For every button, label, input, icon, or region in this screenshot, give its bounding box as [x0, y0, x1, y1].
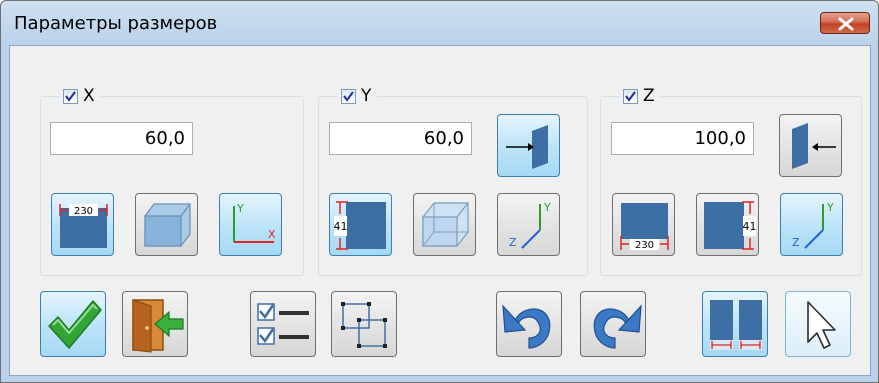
- zy-axes-icon: Y Z: [792, 201, 834, 249]
- z-width-dimension-button[interactable]: 230: [612, 193, 675, 256]
- close-icon: [838, 17, 854, 31]
- z-value-input[interactable]: 100,0: [611, 122, 754, 155]
- dimension-parameters-dialog: Параметры размеров X 60,0 230 Y X Y 60,0…: [0, 0, 879, 383]
- z-checkbox[interactable]: [623, 88, 638, 104]
- group-z-header: Z: [619, 86, 661, 106]
- z-axis-label: Z: [509, 236, 517, 249]
- box-3d-icon: [144, 203, 191, 247]
- y-checkbox[interactable]: [341, 88, 356, 104]
- dialog-content: X 60,0 230 Y X Y 60,0 41 Y Z Z 100,0 230…: [9, 45, 871, 376]
- width-dimension-icon: 230: [59, 204, 108, 248]
- z-label: Z: [643, 86, 655, 106]
- z-width-value: 230: [635, 240, 654, 251]
- arrow-from-plane-icon: [792, 123, 836, 169]
- group-z: Z 100,0 230 41 Y Z: [600, 86, 862, 276]
- window-title: Параметры размеров: [14, 13, 218, 34]
- y-axes-button[interactable]: Y Z: [497, 193, 560, 256]
- exit-button[interactable]: [122, 291, 188, 357]
- height-dimension-right-icon: 41: [704, 201, 757, 250]
- checkmark-icon: [343, 90, 354, 102]
- y-plane-arrow-button[interactable]: [497, 114, 560, 177]
- x-axes-button[interactable]: Y X: [219, 193, 282, 256]
- exit-door-icon: [132, 299, 184, 353]
- y-value-input[interactable]: 60,0: [329, 122, 472, 155]
- z-axes-button[interactable]: Y Z: [780, 193, 843, 256]
- group-y-header: Y: [337, 86, 378, 106]
- group-x-header: X: [59, 86, 101, 106]
- select-frames-icon: [341, 302, 387, 348]
- x-axis-label: X: [268, 228, 276, 241]
- redo-icon: [593, 304, 642, 349]
- checklist-button[interactable]: [250, 291, 316, 357]
- x-width-dimension-button[interactable]: 230: [51, 193, 114, 256]
- zy-axes-icon: Y Z: [509, 201, 551, 249]
- z-height-value: 41: [743, 220, 757, 233]
- y-label: Y: [361, 86, 372, 106]
- y-axis-label: Y: [543, 201, 551, 214]
- title-bar[interactable]: Параметры размеров: [1, 1, 878, 45]
- ok-check-icon: [48, 300, 102, 349]
- z-height-dimension-button[interactable]: 41: [696, 193, 759, 256]
- x-value-input[interactable]: 60,0: [50, 122, 193, 155]
- group-x: X 60,0 230 Y X: [40, 86, 304, 276]
- cursor-pointer-icon: [807, 301, 836, 349]
- select-frames-button[interactable]: [331, 291, 397, 357]
- x-width-value: 230: [74, 206, 93, 217]
- x-label: X: [83, 86, 95, 106]
- checkmark-icon: [625, 90, 636, 102]
- arrow-into-plane-icon: [506, 125, 548, 169]
- y-height-value: 41: [334, 220, 348, 233]
- ok-button[interactable]: [40, 291, 106, 357]
- undo-button[interactable]: [496, 291, 562, 357]
- split-columns-icon: [710, 300, 762, 350]
- undo-icon: [502, 304, 551, 349]
- group-y: Y 60,0 41 Y Z: [318, 86, 588, 276]
- height-dimension-left-icon: 41: [334, 201, 386, 250]
- z-plane-arrow-button[interactable]: [779, 114, 842, 177]
- pointer-button[interactable]: [785, 291, 851, 357]
- redo-button[interactable]: [580, 291, 646, 357]
- y-axis-label: Y: [826, 201, 834, 214]
- checkmark-icon: [65, 90, 76, 102]
- y-axis-label: Y: [236, 202, 244, 215]
- x-box-3d-button[interactable]: [135, 193, 198, 256]
- split-columns-button[interactable]: [702, 291, 768, 357]
- y-box-3d-button[interactable]: [413, 193, 476, 256]
- y-height-dimension-button[interactable]: 41: [329, 193, 392, 256]
- z-axis-label: Z: [792, 236, 800, 249]
- width-dimension-bottom-icon: 230: [620, 203, 669, 251]
- checklist-icon: [257, 303, 309, 345]
- close-button[interactable]: [820, 12, 870, 34]
- box-3d-transparent-icon: [422, 202, 469, 247]
- xy-axes-icon: Y X: [233, 202, 276, 243]
- x-checkbox[interactable]: [63, 88, 78, 104]
